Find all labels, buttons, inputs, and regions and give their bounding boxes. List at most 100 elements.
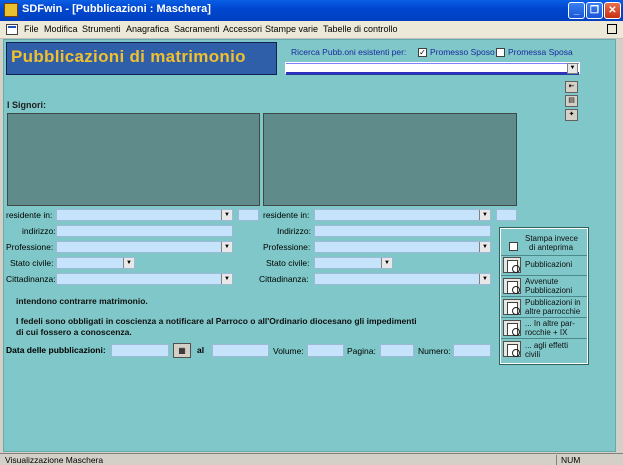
chevron-down-icon[interactable]: ▼ (221, 242, 232, 252)
cittadinanza-label-left: Cittadinanza: (6, 274, 56, 284)
new-record-button[interactable]: ✦ (565, 109, 578, 121)
preview-label-1: Stampa invece (525, 234, 578, 243)
print-altre-parrocchie-ix-button[interactable] (503, 320, 521, 336)
pagina-field[interactable] (380, 344, 414, 357)
photo-sposo[interactable] (7, 113, 260, 206)
divider (501, 275, 587, 276)
menu-bar: File Modifica Strumenti Anagrafica Sacra… (0, 21, 623, 39)
print-altre-parrocchie-button[interactable] (503, 299, 521, 315)
search-area: Ricerca Pubb.oni esistenti per: ✓ Promes… (285, 42, 581, 77)
search-combo[interactable]: ▼ (285, 62, 580, 75)
residente-extra-right[interactable] (496, 209, 517, 221)
title-bar: SDFwin - [Pubblicazioni : Maschera] _ ❐ … (0, 0, 623, 21)
goto-first-button[interactable]: ⇤ (565, 81, 578, 93)
residente-label-left: residente in: (6, 210, 53, 220)
pagina-label: Pagina: (347, 346, 376, 356)
menu-strumenti[interactable]: Strumenti (82, 24, 121, 34)
print-effetti-civili-button[interactable] (503, 341, 521, 357)
indirizzo-field-right[interactable] (314, 225, 491, 237)
data-pubblicazioni-label: Data delle pubblicazioni: (6, 345, 106, 355)
promessa-sposa-checkbox[interactable] (496, 48, 505, 57)
print-pubblicazioni-label: Pubblicazioni (525, 260, 573, 269)
search-label: Ricerca Pubb.oni esistenti per: (291, 47, 407, 57)
stampa-invece-checkbox[interactable] (509, 242, 518, 251)
divider (501, 255, 587, 256)
print-effetti-civili-label-1: ... agli effetti (525, 341, 568, 350)
residente-combo-right[interactable]: ▼ (314, 209, 491, 221)
signori-label: I Signori: (7, 100, 46, 110)
professione-combo-right[interactable]: ▼ (314, 241, 491, 253)
record-button[interactable]: ▤ (565, 95, 578, 107)
close-button[interactable]: ✕ (604, 2, 621, 19)
status-text: Visualizzazione Maschera (5, 455, 104, 465)
intendono-text: intendono contrarre matrimonio. (16, 296, 148, 306)
obbligo-text-2: di cui fossero a conoscenza. (16, 327, 132, 337)
professione-combo-left[interactable]: ▼ (56, 241, 233, 253)
menu-sacramenti[interactable]: Sacramenti (174, 24, 220, 34)
print-altre-parrocchie-label-1: Pubblicazioni in (525, 298, 581, 307)
data-dal-field[interactable] (111, 344, 169, 357)
menu-tabelle[interactable]: Tabelle di controllo (323, 24, 398, 34)
indirizzo-field-left[interactable] (56, 225, 233, 237)
divider (501, 296, 587, 297)
preview-label-2: di anteprima (529, 243, 574, 252)
stato-combo-right[interactable]: ▼ (314, 257, 393, 269)
stato-combo-left[interactable]: ▼ (56, 257, 135, 269)
calendar-icon[interactable]: ▦ (173, 343, 191, 358)
promessa-sposa-label: Promessa Sposa (508, 47, 573, 57)
numero-field[interactable] (453, 344, 491, 357)
chevron-down-icon[interactable]: ▼ (221, 274, 232, 284)
print-avvenute-label-1: Avvenute (525, 277, 559, 286)
status-bar: Visualizzazione Maschera NUM (0, 453, 623, 465)
num-lock-indicator: NUM (556, 455, 580, 465)
stato-label-left: Stato civile: (10, 258, 54, 268)
residente-extra-left[interactable] (238, 209, 259, 221)
menu-accessori[interactable]: Accessori (223, 24, 262, 34)
residente-label-right: residente in: (263, 210, 310, 220)
window-title: SDFwin - [Pubblicazioni : Maschera] (22, 3, 211, 15)
chevron-down-icon[interactable]: ▼ (479, 274, 490, 284)
chevron-down-icon[interactable]: ▼ (123, 258, 134, 268)
chevron-down-icon[interactable]: ▼ (479, 242, 490, 252)
chevron-down-icon[interactable]: ▼ (221, 210, 232, 220)
restore-icon[interactable] (607, 24, 617, 34)
minimize-button[interactable]: _ (568, 2, 585, 19)
print-avvenute-label-2: Pubblicazioni (525, 286, 573, 295)
print-pubblicazioni-button[interactable] (503, 257, 521, 273)
minimize-icon: _ (573, 5, 580, 16)
indirizzo-label-left: indirizzo: (22, 226, 56, 236)
maximize-button[interactable]: ❐ (586, 2, 603, 19)
header-panel: Pubblicazioni di matrimonio (6, 42, 277, 75)
data-al-field[interactable] (212, 344, 269, 357)
print-avvenute-button[interactable] (503, 278, 521, 294)
chevron-down-icon[interactable]: ▼ (479, 210, 490, 220)
promesso-sposo-checkbox[interactable]: ✓ (418, 48, 427, 57)
print-altre-ix-label-2: rocchie + IX (525, 328, 568, 337)
menu-modifica[interactable]: Modifica (44, 24, 78, 34)
menu-stampe-varie[interactable]: Stampe varie (265, 24, 318, 34)
professione-label-right: Professione: (263, 242, 311, 252)
photo-sposa[interactable] (263, 113, 517, 206)
cittadinanza-combo-right[interactable]: ▼ (314, 273, 491, 285)
residente-combo-left[interactable]: ▼ (56, 209, 233, 221)
stato-label-right: Stato civile: (266, 258, 310, 268)
menu-file[interactable]: File (24, 24, 39, 34)
divider (501, 317, 587, 318)
chevron-down-icon[interactable]: ▼ (567, 63, 578, 74)
close-icon: ✕ (608, 5, 617, 16)
print-altre-parrocchie-label-2: altre parrocchie (525, 307, 581, 316)
form-area: Pubblicazioni di matrimonio Ricerca Pubb… (3, 39, 616, 452)
cittadinanza-combo-left[interactable]: ▼ (56, 273, 233, 285)
print-panel: Stampa invece di anteprima Pubblicazioni… (499, 227, 589, 365)
volume-field[interactable] (307, 344, 344, 357)
menu-anagrafica[interactable]: Anagrafica (126, 24, 169, 34)
document-icon[interactable] (6, 24, 18, 35)
divider (501, 338, 587, 339)
indirizzo-label-right: Indirizzo: (277, 226, 312, 236)
chevron-down-icon[interactable]: ▼ (381, 258, 392, 268)
app-icon[interactable] (4, 3, 18, 17)
cittadinanza-label-right: Cittadinanza: (259, 274, 309, 284)
obbligo-text-1: I fedeli sono obbligati in coscienza a n… (16, 316, 417, 326)
professione-label-left: Professione: (6, 242, 54, 252)
print-effetti-civili-label-2: civili (525, 350, 541, 359)
